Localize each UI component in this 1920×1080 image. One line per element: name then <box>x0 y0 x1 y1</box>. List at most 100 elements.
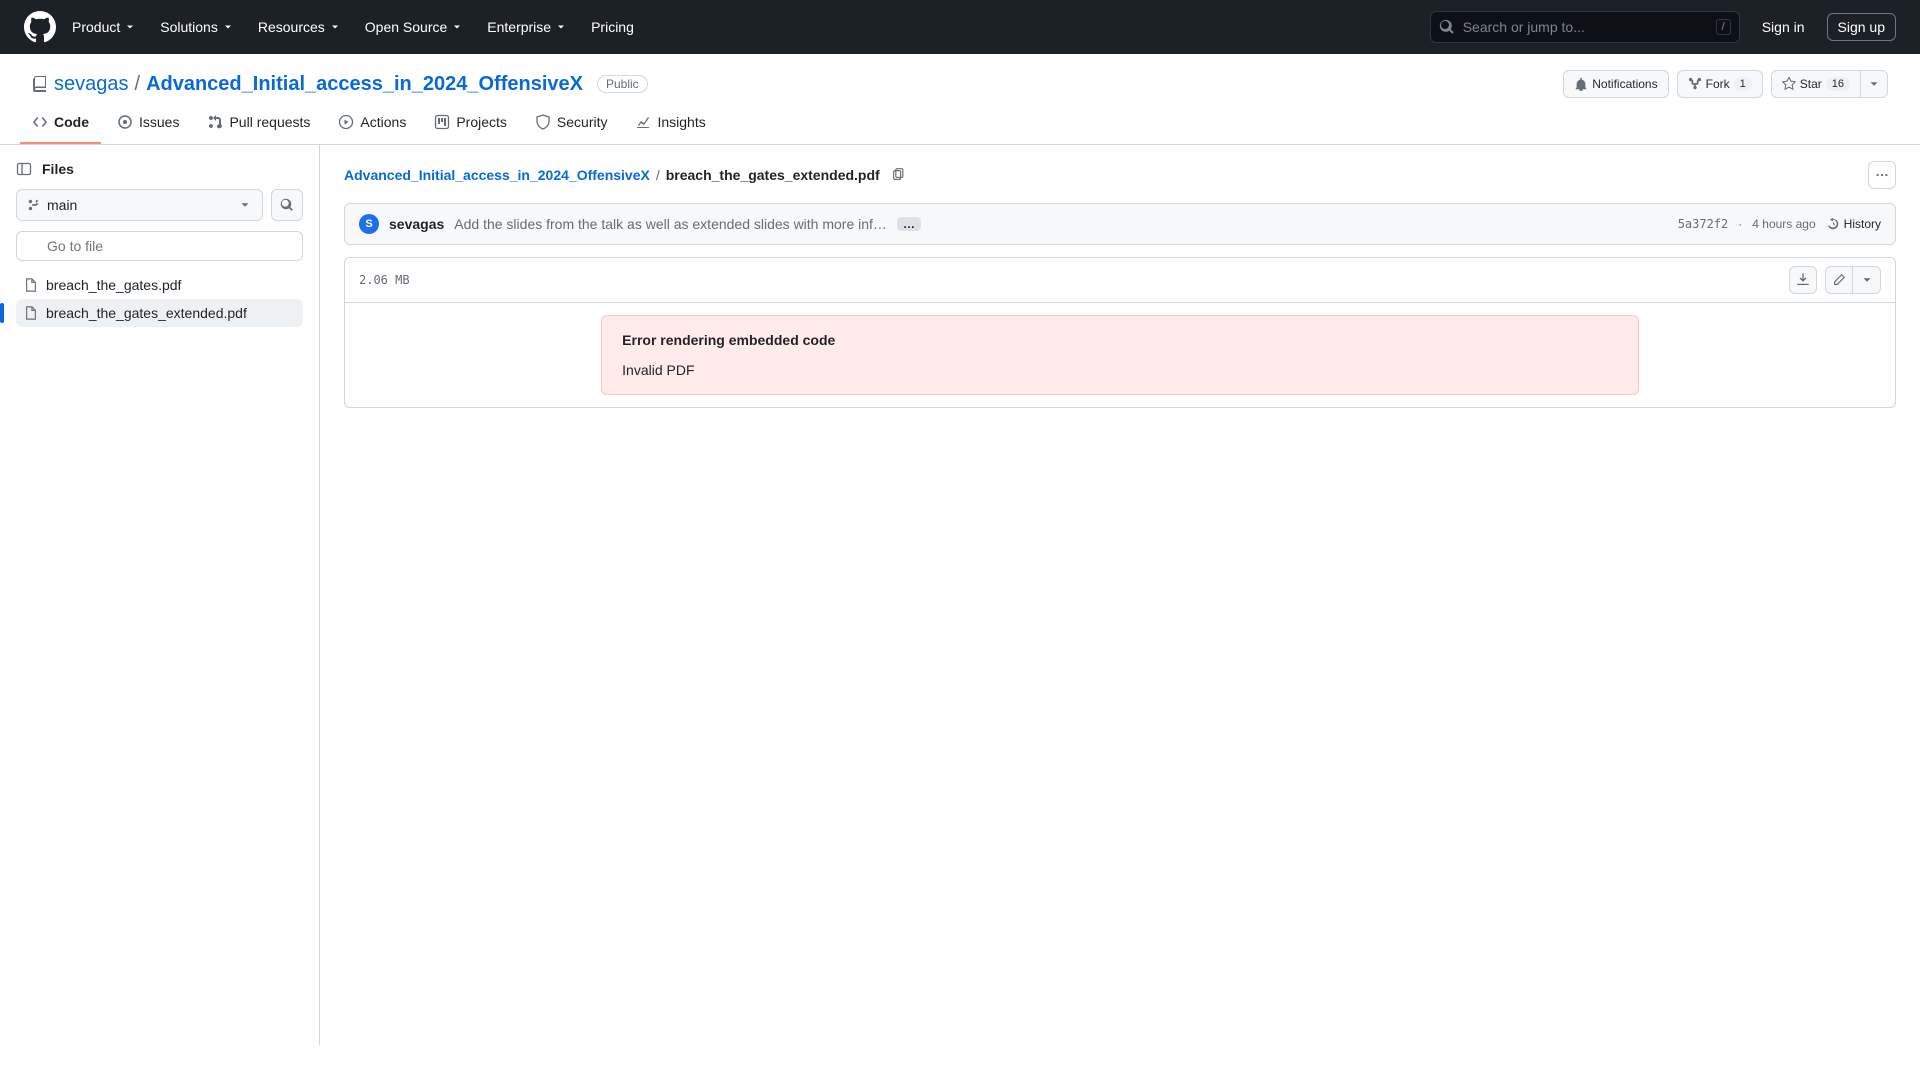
search-icon <box>1439 19 1455 35</box>
pr-icon <box>207 114 223 130</box>
play-icon <box>338 114 354 130</box>
tab-pull-requests[interactable]: Pull requests <box>195 106 322 144</box>
star-count: 16 <box>1826 77 1850 91</box>
tab-code[interactable]: Code <box>20 106 101 144</box>
search-icon <box>280 198 294 212</box>
path-separator: / <box>656 167 660 183</box>
bell-icon <box>1574 77 1588 91</box>
file-toolbar-actions <box>1789 266 1881 294</box>
nav-open-source[interactable]: Open Source <box>357 13 472 41</box>
visibility-badge: Public <box>597 75 648 93</box>
breadcrumb-root[interactable]: Advanced_Initial_access_in_2024_Offensiv… <box>344 167 650 183</box>
chevron-down-icon <box>555 21 567 33</box>
file-item[interactable]: breach_the_gates.pdf <box>16 271 303 299</box>
history-link[interactable]: History <box>1826 217 1881 231</box>
file-icon <box>24 306 38 320</box>
chevron-down-icon <box>222 21 234 33</box>
branch-name: main <box>47 197 77 213</box>
file-item[interactable]: breach_the_gates_extended.pdf <box>16 299 303 327</box>
sidebar-header: Files <box>16 161 303 177</box>
notifications-button[interactable]: Notifications <box>1563 70 1668 98</box>
star-button[interactable]: Star 16 <box>1771 70 1861 98</box>
render-error: Error rendering embedded code Invalid PD… <box>601 315 1639 395</box>
code-icon <box>32 114 48 130</box>
error-body: Invalid PDF <box>622 362 1618 378</box>
file-toolbar: 2.06 MB <box>345 258 1895 303</box>
commit-author[interactable]: sevagas <box>389 216 444 232</box>
file-icon <box>24 278 38 292</box>
github-logo-icon[interactable] <box>24 11 56 43</box>
meta-separator: · <box>1738 217 1742 231</box>
nav-enterprise[interactable]: Enterprise <box>479 13 575 41</box>
nav-solutions[interactable]: Solutions <box>152 13 242 41</box>
chevron-down-icon <box>238 198 252 212</box>
path-separator: / <box>135 73 141 96</box>
file-name: breach_the_gates_extended.pdf <box>46 305 247 321</box>
error-title: Error rendering embedded code <box>622 332 1618 348</box>
file-size: 2.06 MB <box>359 273 410 287</box>
signup-button[interactable]: Sign up <box>1827 13 1896 41</box>
chevron-down-icon <box>1860 273 1874 287</box>
tab-insights[interactable]: Insights <box>623 106 717 144</box>
commit-meta: 5a372f2 · 4 hours ago History <box>1678 217 1881 231</box>
edit-menu-button[interactable] <box>1853 266 1881 294</box>
repo-tabs: Code Issues Pull requests Actions Projec… <box>0 98 1920 145</box>
sidebar-title: Files <box>42 161 74 177</box>
repo-actions: Notifications Fork 1 Star 16 <box>1563 70 1888 98</box>
kebab-icon <box>1875 168 1889 182</box>
chevron-down-icon <box>329 21 341 33</box>
tab-actions[interactable]: Actions <box>326 106 418 144</box>
issue-icon <box>117 114 133 130</box>
owner-link[interactable]: sevagas <box>54 73 129 96</box>
star-icon <box>1782 77 1796 91</box>
shield-icon <box>535 114 551 130</box>
header-right: Search or jump to... / Sign in Sign up <box>1430 11 1896 43</box>
tab-security[interactable]: Security <box>523 106 620 144</box>
repo-icon <box>32 76 48 92</box>
branch-icon <box>27 198 41 212</box>
branch-row: main <box>16 189 303 221</box>
latest-commit: S sevagas Add the slides from the talk a… <box>344 203 1896 245</box>
repo-name-link[interactable]: Advanced_Initial_access_in_2024_Offensiv… <box>146 73 583 96</box>
search-tree-button[interactable] <box>271 189 303 221</box>
expand-message-button[interactable]: … <box>897 217 921 231</box>
file-view: Advanced_Initial_access_in_2024_Offensiv… <box>320 145 1920 1045</box>
edit-button[interactable] <box>1825 266 1853 294</box>
file-tree-sidebar: Files main breach_the_gates.pdf breach_t… <box>0 145 320 1045</box>
download-icon <box>1796 273 1810 287</box>
fork-count: 1 <box>1734 77 1752 91</box>
tab-issues[interactable]: Issues <box>105 106 191 144</box>
more-actions-button[interactable] <box>1868 161 1896 189</box>
star-menu-button[interactable] <box>1861 70 1888 98</box>
fork-button[interactable]: Fork 1 <box>1677 70 1763 98</box>
breadcrumb: Advanced_Initial_access_in_2024_Offensiv… <box>344 161 1896 189</box>
file-content: Error rendering embedded code Invalid PD… <box>345 303 1895 407</box>
chevron-down-icon <box>451 21 463 33</box>
breadcrumb-file: breach_the_gates_extended.pdf <box>666 167 880 183</box>
chevron-down-icon <box>1867 77 1881 91</box>
history-icon <box>1826 217 1840 231</box>
nav-resources[interactable]: Resources <box>250 13 349 41</box>
global-header: Product Solutions Resources Open Source … <box>0 0 1920 54</box>
goto-file-input[interactable] <box>16 231 303 261</box>
header-left: Product Solutions Resources Open Source … <box>24 11 642 43</box>
sidebar-collapse-icon[interactable] <box>16 161 32 177</box>
branch-select[interactable]: main <box>16 189 263 221</box>
search-placeholder: Search or jump to... <box>1463 19 1585 35</box>
pencil-icon <box>1832 273 1846 287</box>
file-name: breach_the_gates.pdf <box>46 277 181 293</box>
tab-projects[interactable]: Projects <box>422 106 519 144</box>
download-button[interactable] <box>1789 266 1817 294</box>
nav-product[interactable]: Product <box>64 13 144 41</box>
file-container: 2.06 MB Er <box>344 257 1896 408</box>
signin-link[interactable]: Sign in <box>1752 13 1815 41</box>
nav-pricing[interactable]: Pricing <box>583 13 642 41</box>
commit-sha[interactable]: 5a372f2 <box>1678 217 1729 231</box>
graph-icon <box>635 114 651 130</box>
search-input[interactable]: Search or jump to... / <box>1430 11 1740 43</box>
page-body: Files main breach_the_gates.pdf breach_t… <box>0 145 1920 1045</box>
avatar[interactable]: S <box>359 214 379 234</box>
repo-header: sevagas / Advanced_Initial_access_in_202… <box>0 54 1920 98</box>
commit-message[interactable]: Add the slides from the talk as well as … <box>454 216 887 232</box>
copy-path-button[interactable] <box>886 163 910 187</box>
